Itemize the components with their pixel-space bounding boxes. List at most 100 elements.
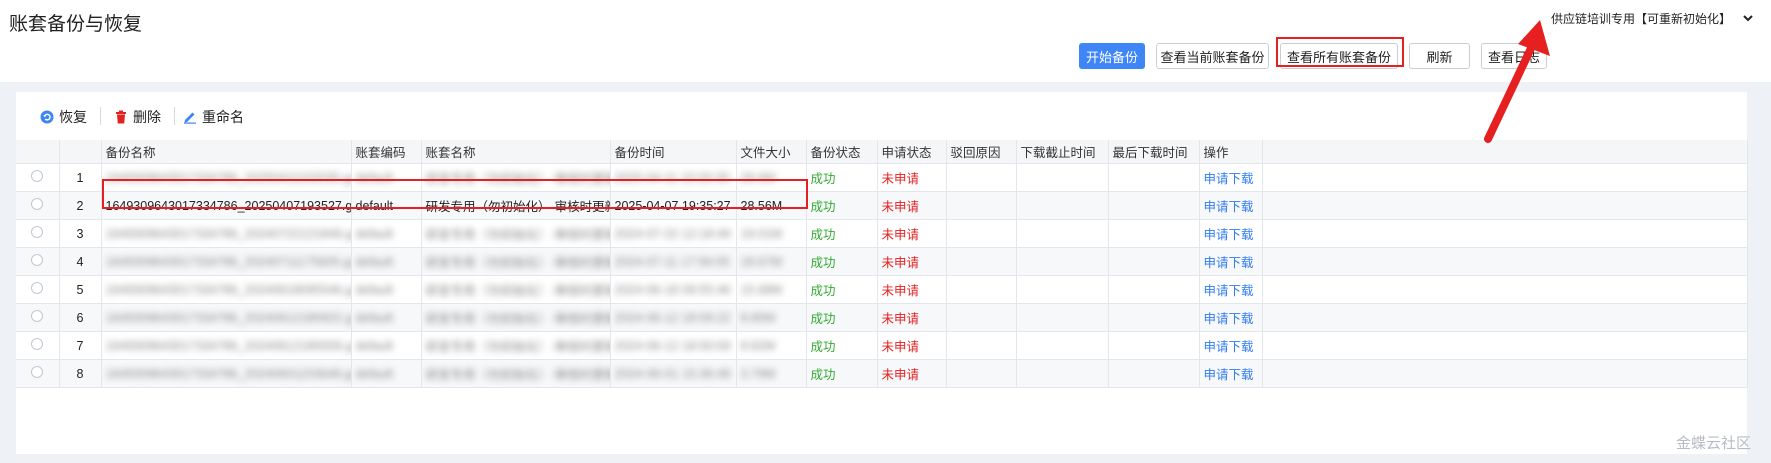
pencil-icon: [184, 112, 196, 124]
table-row[interactable]: 2 1649309643017334786_20250407193527.gz de…: [16, 191, 1748, 220]
backup-time: 2025-04-11 10:20:35: [614, 170, 730, 185]
apply-download-link[interactable]: 申请下载: [1199, 163, 1263, 192]
backup-time: 2024-07-11 17:56:05: [614, 254, 730, 269]
account-name: 研发专用（勿初始化）-审核时更新: [425, 340, 610, 354]
delete-label: 删除: [133, 109, 161, 125]
reject-reason: [946, 163, 1017, 192]
restore-button[interactable]: 恢复: [40, 107, 87, 127]
row-radio-cell[interactable]: [16, 303, 60, 332]
account-code: default: [355, 282, 394, 297]
row-index: 2: [59, 191, 102, 220]
watermark: 金蝶云社区: [1675, 435, 1751, 452]
apply-download-link[interactable]: 申请下载: [1199, 219, 1263, 248]
row-radio[interactable]: [31, 226, 44, 238]
row-radio-cell[interactable]: [16, 163, 60, 192]
account-name-cell: 研发专用（勿初始化）-审核时更新: [421, 247, 611, 276]
row-filler: [1262, 163, 1748, 192]
refresh-button[interactable]: 刷新: [1409, 43, 1470, 69]
table-row[interactable]: 8 1649309643017334786_20240601153648.gz de…: [16, 359, 1748, 388]
start-backup-button[interactable]: 开始备份: [1079, 43, 1145, 69]
backup-name: 1649309643017334786_20240711175605.gz: [105, 254, 351, 269]
header-backup-time[interactable]: 备份时间: [610, 140, 737, 164]
backup-name-cell: 1649309643017334786_20240612180922.gz: [101, 303, 352, 332]
apply-download-link[interactable]: 申请下载: [1199, 191, 1263, 220]
delete-button[interactable]: 删除: [114, 107, 161, 127]
file-size-cell: 3.79M: [736, 359, 807, 388]
view-current-backup-button[interactable]: 查看当前账套备份: [1156, 43, 1269, 69]
backup-name-cell: 1649309643017334786_20250407193527.gz: [101, 191, 352, 220]
file-size-cell: 18.67M: [736, 247, 807, 276]
apply-download-link[interactable]: 申请下载: [1199, 247, 1263, 276]
header-account-name[interactable]: 账套名称: [421, 140, 611, 164]
row-filler: [1262, 359, 1748, 388]
table-row[interactable]: 1 1649309643017334786_20250411102035.gz de…: [16, 163, 1748, 192]
reject-reason: [946, 303, 1017, 332]
reject-reason: [946, 219, 1017, 248]
account-code-cell: default: [351, 359, 422, 388]
table-row[interactable]: 4 1649309643017334786_20240711175605.gz de…: [16, 247, 1748, 276]
table-row[interactable]: 6 1649309643017334786_20240612180922.gz de…: [16, 303, 1748, 332]
header-backup-status[interactable]: 备份状态: [806, 140, 878, 164]
row-radio-cell[interactable]: [16, 191, 60, 220]
header-apply-status[interactable]: 申请状态: [877, 140, 947, 164]
row-index: 7: [59, 331, 102, 360]
apply-download-link[interactable]: 申请下载: [1199, 275, 1263, 304]
row-radio-cell[interactable]: [16, 219, 60, 248]
backup-name: 1649309643017334786_20240618095546.gz: [105, 282, 351, 297]
org-select[interactable]: 供应链培训专用【可重新初始化】: [1551, 8, 1755, 28]
account-name: 研发专用（勿初始化）-审核时更新: [425, 200, 610, 214]
row-radio[interactable]: [31, 282, 44, 294]
row-radio-cell[interactable]: [16, 331, 60, 360]
account-code: default: [355, 338, 394, 353]
red-arrow-annotation: [1484, 20, 1550, 143]
account-code: default: [355, 226, 394, 241]
file-size: 18.67M: [740, 254, 783, 269]
download-deadline: [1016, 303, 1109, 332]
table-row[interactable]: 7 1649309643017334786_20240612180009.gz de…: [16, 331, 1748, 360]
row-radio-cell[interactable]: [16, 247, 60, 276]
table-row[interactable]: 3 1649309643017334786_20240722121849.gz de…: [16, 219, 1748, 248]
download-deadline: [1016, 219, 1109, 248]
restore-icon: [40, 110, 54, 124]
row-radio[interactable]: [31, 366, 44, 378]
apply-download-link[interactable]: 申请下载: [1199, 359, 1263, 388]
apply-download-link[interactable]: 申请下载: [1199, 303, 1263, 332]
account-code: default: [355, 170, 394, 185]
apply-status: 未申请: [877, 191, 947, 220]
last-download-time: [1108, 303, 1200, 332]
header-file-size[interactable]: 文件大小: [736, 140, 807, 164]
header-account-code[interactable]: 账套编码: [351, 140, 422, 164]
row-radio[interactable]: [31, 170, 44, 182]
account-name-cell: 研发专用（勿初始化）-审核时更新: [421, 163, 611, 192]
rename-button[interactable]: 重命名: [183, 107, 244, 127]
header-backup-name[interactable]: 备份名称: [101, 140, 352, 164]
row-radio[interactable]: [31, 310, 44, 322]
download-deadline: [1016, 247, 1109, 276]
row-index: 4: [59, 247, 102, 276]
header-last-download[interactable]: 最后下载时间: [1108, 140, 1200, 164]
header-reject-reason[interactable]: 驳回原因: [946, 140, 1017, 164]
last-download-time: [1108, 275, 1200, 304]
account-name: 研发专用（勿初始化）-审核时更新: [425, 284, 610, 298]
view-all-backup-button[interactable]: 查看所有账套备份: [1280, 43, 1398, 69]
download-deadline: [1016, 359, 1109, 388]
header-operation[interactable]: 操作: [1199, 140, 1263, 164]
apply-download-link[interactable]: 申请下载: [1199, 331, 1263, 360]
header-download-deadline[interactable]: 下载截止时间: [1016, 140, 1109, 164]
backup-name: 1649309643017334786_20240612180922.gz: [105, 310, 351, 325]
restore-label: 恢复: [59, 109, 87, 125]
backup-name: 1649309643017334786_20250407193527.gz: [105, 198, 351, 213]
row-index: 8: [59, 359, 102, 388]
last-download-time: [1108, 191, 1200, 220]
row-radio[interactable]: [31, 198, 44, 210]
file-size-cell: 19.01M: [736, 219, 807, 248]
row-radio-cell[interactable]: [16, 359, 60, 388]
row-radio[interactable]: [31, 254, 44, 266]
reject-reason: [946, 191, 1017, 220]
row-radio[interactable]: [31, 338, 44, 350]
backup-time: 2025-04-07 19:35:27: [614, 198, 731, 213]
row-radio-cell[interactable]: [16, 275, 60, 304]
table-row[interactable]: 5 1649309643017334786_20240618095546.gz de…: [16, 275, 1748, 304]
file-size: 28.6M: [740, 170, 776, 185]
backup-status: 成功: [806, 163, 878, 192]
